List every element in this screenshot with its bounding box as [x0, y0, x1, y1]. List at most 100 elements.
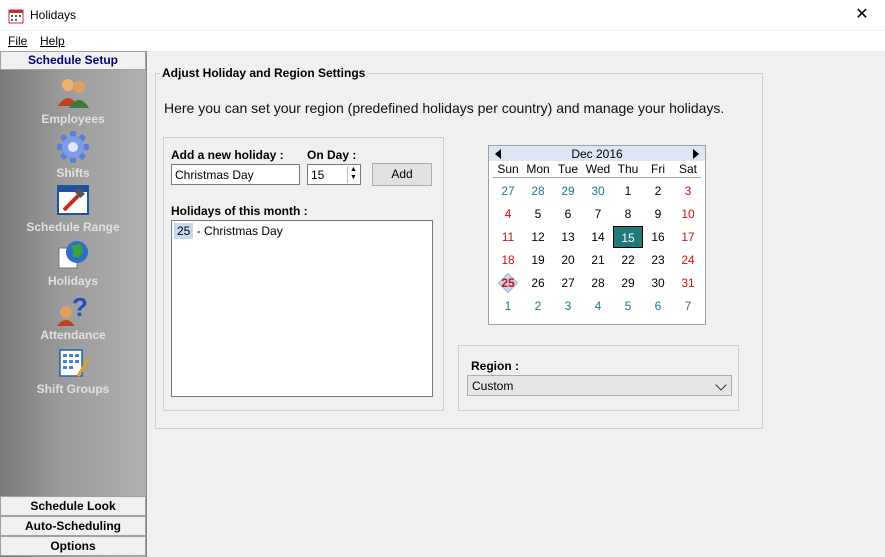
holiday-name-input[interactable]: Christmas Day: [171, 164, 300, 185]
calendar-day[interactable]: 4: [583, 295, 613, 317]
close-icon: ✕: [855, 6, 869, 23]
intro-text: Here you can set your region (predefined…: [164, 100, 725, 116]
calendar-day[interactable]: 7: [673, 295, 703, 317]
menu-help[interactable]: Help: [40, 34, 65, 48]
weekday-mon: Mon: [526, 162, 550, 176]
calendar-day[interactable]: 30: [643, 272, 673, 294]
close-button[interactable]: ✕: [839, 0, 885, 31]
spin-down-icon: ▼: [350, 174, 357, 181]
calendar-day[interactable]: 21: [583, 249, 613, 271]
calendar-day[interactable]: 17: [673, 226, 703, 248]
weekday-fri: Fri: [651, 162, 665, 176]
calendar-day[interactable]: 25: [493, 272, 523, 294]
calendar-day[interactable]: 12: [523, 226, 553, 248]
region-label: Region :: [471, 359, 519, 373]
calendar-month: Dec 2016: [571, 147, 623, 161]
sidebar-item-shift-groups[interactable]: Shift Groups: [0, 346, 146, 400]
day-value: 15: [311, 168, 325, 182]
calendar-day-number: 30: [591, 184, 605, 198]
sidebar-header-schedule-setup[interactable]: Schedule Setup: [0, 51, 146, 70]
group-title: Adjust Holiday and Region Settings: [160, 66, 368, 80]
sidebar-auto-scheduling[interactable]: Auto-Scheduling: [0, 516, 146, 536]
calendar-day[interactable]: 3: [553, 295, 583, 317]
calendar-day-number: 20: [561, 253, 575, 267]
calendar-day[interactable]: 4: [493, 203, 523, 225]
holidays-list[interactable]: 25 - Christmas Day: [171, 220, 433, 397]
calendar-day[interactable]: 8: [613, 203, 643, 225]
calendar-day[interactable]: 7: [583, 203, 613, 225]
calendar-day-number: 22: [621, 253, 635, 267]
holiday-name: - Christmas Day: [196, 224, 283, 238]
calendar-day[interactable]: 15: [613, 226, 643, 248]
calendar-day[interactable]: 30: [583, 180, 613, 202]
calendar-day[interactable]: 3: [673, 180, 703, 202]
add-button[interactable]: Add: [372, 163, 432, 186]
sidebar-item-holidays[interactable]: Holidays: [0, 238, 146, 292]
day-stepper[interactable]: 15 ▲ ▼: [307, 164, 361, 185]
calendar-day[interactable]: 27: [493, 180, 523, 202]
calendar-day[interactable]: 20: [553, 249, 583, 271]
calendar-day-number: 29: [621, 276, 635, 290]
sidebar-item-schedule-range[interactable]: Schedule Range: [0, 184, 146, 238]
sidebar-schedule-look[interactable]: Schedule Look: [0, 496, 146, 516]
calendar-day[interactable]: 6: [553, 203, 583, 225]
calendar-day-number: 24: [681, 253, 695, 267]
calendar-day[interactable]: 29: [553, 180, 583, 202]
calendar-day-number: 16: [651, 230, 665, 244]
sidebar-item-attendance[interactable]: ? Attendance: [0, 292, 146, 346]
calendar-day[interactable]: 1: [493, 295, 523, 317]
calendar-day[interactable]: 19: [523, 249, 553, 271]
calendar-day[interactable]: 16: [643, 226, 673, 248]
calendar-day-number: 5: [624, 299, 632, 313]
sidebar-item-employees[interactable]: Employees: [0, 76, 146, 130]
chevron-down-icon: [715, 379, 727, 391]
calendar-day[interactable]: 23: [643, 249, 673, 271]
calendar-day[interactable]: 1: [613, 180, 643, 202]
calendar-app-icon: [8, 9, 24, 24]
calendar-day[interactable]: 27: [553, 272, 583, 294]
calendar-day[interactable]: 18: [493, 249, 523, 271]
calendar-day[interactable]: 13: [553, 226, 583, 248]
calendar-day[interactable]: 24: [673, 249, 703, 271]
calendar-day[interactable]: 31: [673, 272, 703, 294]
menu-bar: File Help: [0, 31, 885, 51]
calendar-day[interactable]: 9: [643, 203, 673, 225]
weekday-divider: [493, 177, 701, 178]
calendar-day-number: 27: [561, 276, 575, 290]
month-calendar[interactable]: Dec 2016 Sun Mon Tue Wed Thu Fri Sat 27 28 29 30 1 2…: [488, 145, 706, 325]
calendar-day-number: 8: [624, 207, 632, 221]
calendar-day[interactable]: 28: [523, 180, 553, 202]
list-item[interactable]: 25 - Christmas Day: [174, 223, 430, 239]
calendar-day[interactable]: 22: [613, 249, 643, 271]
calendar-day[interactable]: 11: [493, 226, 523, 248]
employees-icon: [58, 79, 89, 108]
window-title: Holidays: [30, 8, 77, 22]
calendar-day-number: 1: [624, 184, 632, 198]
calendar-day[interactable]: 10: [673, 203, 703, 225]
spin-arrows[interactable]: ▲ ▼: [347, 166, 359, 183]
calendar-day[interactable]: 14: [583, 226, 613, 248]
calendar-day[interactable]: 26: [523, 272, 553, 294]
calendar-day-number: 7: [684, 299, 692, 313]
calendar-day[interactable]: 5: [523, 203, 553, 225]
calendar-day[interactable]: 6: [643, 295, 673, 317]
menu-file[interactable]: File: [8, 34, 27, 48]
calendar-day[interactable]: 2: [643, 180, 673, 202]
month-holidays-label: Holidays of this month :: [171, 204, 308, 218]
calendar-day-number: 4: [594, 299, 602, 313]
calendar-day[interactable]: 2: [523, 295, 553, 317]
calendar-day-number: 10: [681, 207, 695, 221]
calendar-day[interactable]: 5: [613, 295, 643, 317]
calculator-icon: [59, 349, 90, 377]
next-month-icon[interactable]: [693, 149, 699, 159]
sidebar-item-shifts[interactable]: Shifts: [0, 130, 146, 184]
calendar-day[interactable]: 28: [583, 272, 613, 294]
holiday-day: 25: [174, 223, 194, 239]
calendar-day-number: 18: [501, 253, 515, 267]
weekday-wed: Wed: [585, 162, 611, 176]
region-select[interactable]: Custom: [467, 375, 732, 396]
sidebar-options[interactable]: Options: [0, 536, 146, 556]
spin-up-icon: ▲: [350, 166, 357, 173]
calendar-day-number: 27: [501, 184, 515, 198]
calendar-day[interactable]: 29: [613, 272, 643, 294]
